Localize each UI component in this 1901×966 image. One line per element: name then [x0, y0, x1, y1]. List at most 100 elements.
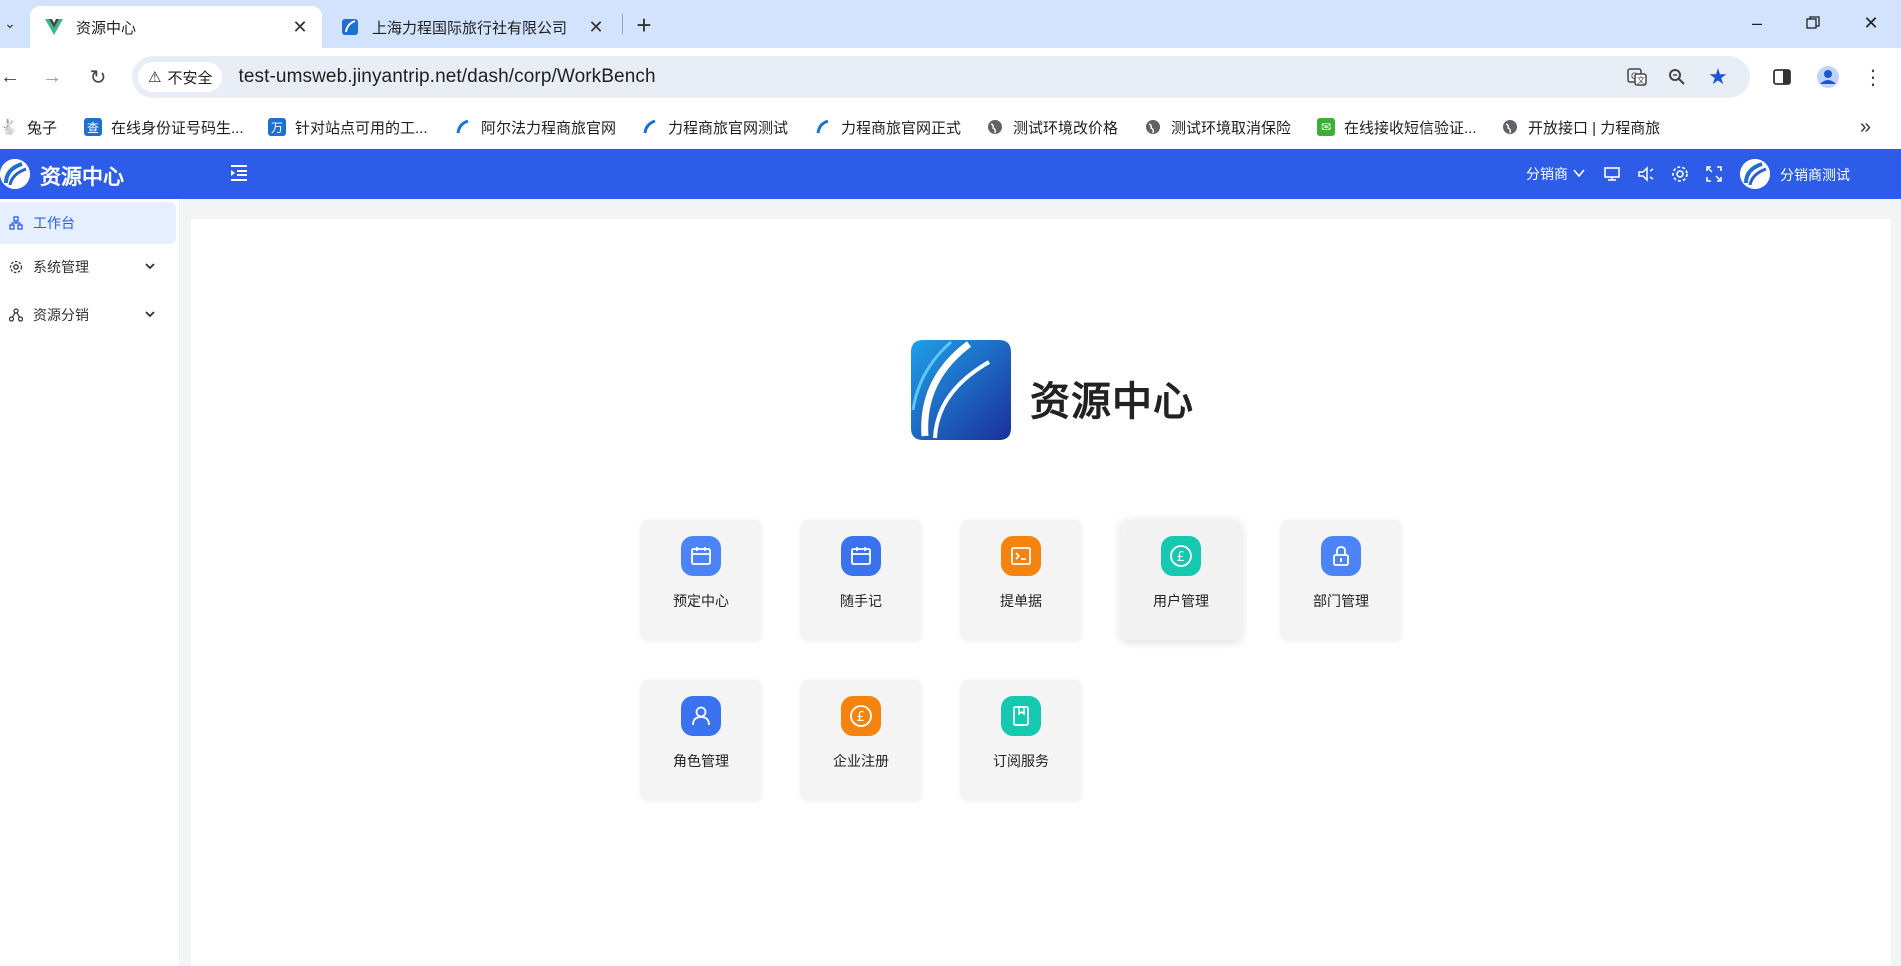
gear-icon — [8, 259, 24, 275]
tile-label: 角色管理 — [673, 753, 729, 769]
globe-icon — [1501, 118, 1519, 136]
app-header: 资源中心 分销商 分销商测试 — [0, 149, 1901, 199]
tab-licheng[interactable]: 上海力程国际旅行社有限公司 ✕ — [326, 6, 618, 48]
tile-label: 部门管理 — [1313, 593, 1369, 609]
user-icon — [681, 696, 721, 736]
sidebar: 工作台 系统管理 资源分销 — [0, 199, 180, 966]
licheng-logo-icon — [641, 118, 659, 136]
profile-avatar-icon[interactable] — [1812, 61, 1844, 93]
fullscreen-icon[interactable] — [1702, 162, 1726, 186]
bookmark-item[interactable]: 查 在线身份证号码生... — [84, 116, 244, 138]
bookmark-item[interactable]: 阿尔法力程商旅官网 — [454, 116, 616, 138]
new-tab-button[interactable]: + — [628, 9, 660, 41]
bookmark-item[interactable]: 开放接口 | 力程商旅 — [1501, 116, 1660, 138]
sidebar-item-label: 系统管理 — [33, 259, 89, 275]
user-avatar[interactable] — [1740, 159, 1770, 189]
tab-title: 资源中心 — [76, 19, 137, 37]
licheng-logo-icon — [814, 118, 832, 136]
tile-enterprise-registration[interactable]: £ 企业注册 — [801, 680, 921, 800]
more-bookmarks-icon[interactable]: » — [1860, 116, 1871, 139]
bookmark-item[interactable]: ✉ 在线接收短信验证... — [1317, 116, 1477, 138]
globe-icon — [986, 118, 1004, 136]
book-icon — [1001, 696, 1041, 736]
tile-label: 用户管理 — [1153, 593, 1209, 609]
terminal-icon — [1001, 536, 1041, 576]
bookmark-item[interactable]: 万 针对站点可用的工... — [268, 116, 428, 138]
speaker-icon[interactable] — [1634, 162, 1658, 186]
tile-label: 订阅服务 — [993, 753, 1049, 769]
close-tab-icon[interactable]: ✕ — [582, 13, 610, 41]
tile-user-management[interactable]: £ 用户管理 — [1121, 520, 1241, 640]
svg-text:£: £ — [857, 710, 865, 725]
url-text[interactable]: test-umsweb.jinyantrip.net/dash/corp/Wor… — [238, 66, 655, 88]
calendar-icon — [841, 536, 881, 576]
tile-notes[interactable]: 随手记 — [801, 520, 921, 640]
role-dropdown[interactable]: 分销商 — [1526, 161, 1585, 187]
hero-title: 资源中心 — [1030, 380, 1194, 424]
licheng-logo-icon — [454, 118, 472, 136]
collapse-menu-icon[interactable] — [228, 162, 252, 186]
sidebar-item-system[interactable]: 系统管理 — [0, 246, 176, 288]
tile-role-management[interactable]: 角色管理 — [641, 680, 761, 800]
forward-icon[interactable]: → — [36, 61, 68, 93]
licheng-favicon-icon — [340, 17, 360, 37]
sidebar-item-label: 工作台 — [33, 215, 75, 231]
translate-icon[interactable]: G文 — [1622, 62, 1652, 92]
bookmark-star-icon[interactable]: ★ — [1703, 62, 1733, 92]
workbench-icon — [8, 215, 24, 231]
settings-gear-icon[interactable] — [1668, 162, 1692, 186]
user-name[interactable]: 分销商测试 — [1780, 165, 1850, 185]
sidebar-item-distribution[interactable]: 资源分销 — [0, 294, 176, 336]
tile-label: 随手记 — [840, 593, 882, 609]
pound-coin-icon: £ — [841, 696, 881, 736]
tile-department-management[interactable]: 部门管理 — [1281, 520, 1401, 640]
warning-icon: ⚠ — [148, 69, 162, 86]
security-chip[interactable]: ⚠ 不安全 — [138, 62, 223, 92]
share-icon — [8, 307, 24, 323]
bookmark-item[interactable]: 测试环境改价格 — [986, 116, 1118, 138]
vue-favicon-icon — [44, 17, 64, 37]
chevron-down-icon — [144, 259, 158, 273]
close-window-icon[interactable]: ✕ — [1848, 8, 1894, 38]
address-bar[interactable]: ⚠ 不安全 test-umsweb.jinyantrip.net/dash/co… — [132, 56, 1750, 98]
sidebar-item-workbench[interactable]: 工作台 — [0, 202, 176, 244]
menu-kebab-icon[interactable]: ⋮ — [1857, 61, 1889, 93]
svg-text:文: 文 — [1637, 75, 1645, 85]
side-panel-icon[interactable] — [1766, 61, 1798, 93]
lock-icon — [1321, 536, 1361, 576]
pound-coin-icon: £ — [1161, 536, 1201, 576]
calendar-icon — [681, 536, 721, 576]
chevron-down-icon — [1573, 166, 1585, 182]
tile-label: 预定中心 — [673, 593, 729, 609]
back-icon[interactable]: ← — [0, 61, 26, 93]
rabbit-icon: 🐇 — [0, 119, 19, 136]
tile-label: 企业注册 — [833, 753, 889, 769]
restore-icon[interactable] — [1790, 8, 1836, 38]
tab-separator — [622, 14, 623, 34]
reload-icon[interactable]: ↻ — [82, 61, 114, 93]
app-title: 资源中心 — [40, 166, 124, 189]
sidebar-item-label: 资源分销 — [33, 307, 89, 323]
tab-resource-center[interactable]: 资源中心 ✕ — [30, 6, 322, 48]
tab-search-chevron-icon[interactable]: ⌄ — [0, 10, 20, 36]
zoom-icon[interactable] — [1662, 62, 1692, 92]
close-tab-icon[interactable]: ✕ — [286, 13, 314, 41]
tile-submit-documents[interactable]: 提单据 — [961, 520, 1081, 640]
tile-subscription-service[interactable]: 订阅服务 — [961, 680, 1081, 800]
bookmark-item[interactable]: 测试环境取消保险 — [1144, 116, 1291, 138]
app-logo-icon — [0, 159, 30, 189]
chevron-down-icon — [144, 307, 158, 321]
bookmark-item[interactable]: 力程商旅官网正式 — [814, 116, 961, 138]
security-label: 不安全 — [167, 69, 213, 87]
resource-center-logo — [911, 340, 1011, 440]
cha-icon: 查 — [84, 118, 102, 136]
bookmark-item[interactable]: 力程商旅官网测试 — [641, 116, 788, 138]
wan-icon: 万 — [268, 118, 286, 136]
tile-booking-center[interactable]: 预定中心 — [641, 520, 761, 640]
monitor-icon[interactable] — [1600, 162, 1624, 186]
bookmarks-bar: 🐇 兔子 查 在线身份证号码生... 万 针对站点可用的工... 阿尔法力程商旅… — [0, 106, 1901, 148]
browser-toolbar: ← → ↻ ⚠ 不安全 test-umsweb.jinyantrip.net/d… — [0, 48, 1901, 106]
minimize-icon[interactable]: – — [1734, 8, 1780, 38]
globe-icon — [1144, 118, 1162, 136]
bookmark-item[interactable]: 🐇 兔子 — [0, 116, 57, 138]
